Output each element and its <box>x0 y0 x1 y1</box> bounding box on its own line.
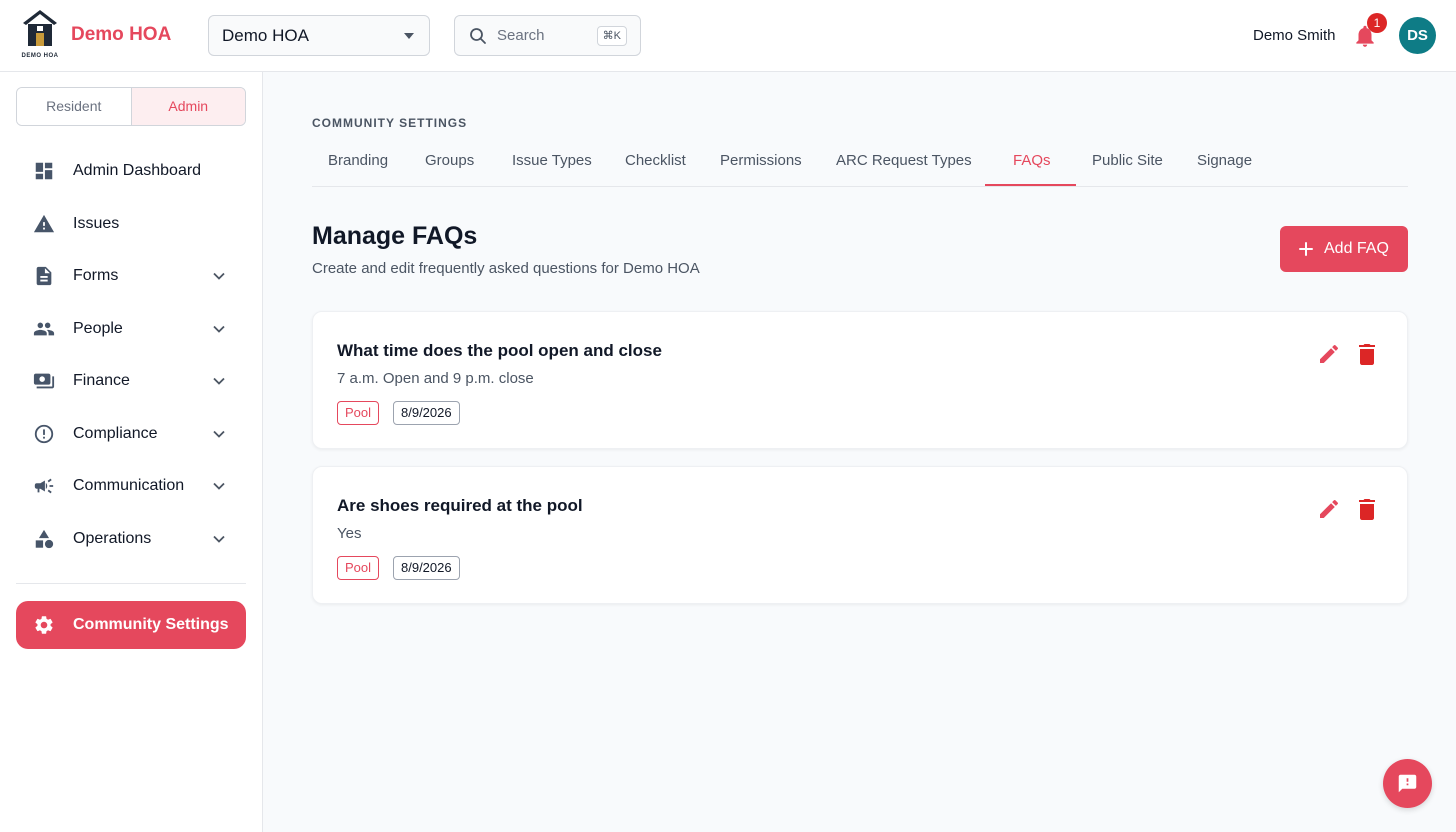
avatar[interactable]: DS <box>1399 17 1436 54</box>
user-name[interactable]: Demo Smith <box>1253 27 1336 44</box>
active-tab-indicator <box>985 184 1076 186</box>
chevron-down-icon <box>213 272 225 280</box>
sidebar-item-label: People <box>73 320 123 337</box>
hoa-selector-value: Demo HOA <box>222 25 309 45</box>
faq-date: 8/9/2026 <box>393 556 460 580</box>
gear-icon <box>35 616 53 634</box>
sidebar-item-forms[interactable]: Forms <box>16 254 246 298</box>
dashboard-icon <box>35 162 53 180</box>
chevron-down-icon <box>213 377 225 385</box>
sidebar-item-label: Communication <box>73 477 185 494</box>
tab-checklist[interactable]: Checklist <box>625 152 686 169</box>
faq-question: Are shoes required at the pool <box>337 496 583 515</box>
faq-tag: Pool <box>337 401 380 425</box>
sidebar: Resident Admin Admin Dashboard Issues Fo… <box>0 72 263 832</box>
chevron-down-icon <box>213 430 225 438</box>
chevron-down-icon <box>213 325 225 333</box>
role-toggle: Resident Admin <box>16 87 246 126</box>
brand-name[interactable]: Demo HOA <box>71 24 171 46</box>
feedback-chat-button[interactable] <box>1383 759 1432 808</box>
tab-faqs[interactable]: FAQs <box>1013 152 1051 169</box>
document-icon <box>36 266 52 286</box>
faq-answer: 7 a.m. Open and 9 p.m. close <box>337 370 534 387</box>
trash-icon[interactable] <box>1356 342 1378 366</box>
add-faq-label: Add FAQ <box>1324 240 1389 257</box>
add-faq-button[interactable]: Add FAQ <box>1280 226 1408 272</box>
section-label: COMMUNITY SETTINGS <box>312 116 468 130</box>
sidebar-item-label: Finance <box>73 372 130 389</box>
caret-down-icon <box>404 33 414 39</box>
faq-card: What time does the pool open and close 7… <box>312 311 1408 449</box>
sidebar-item-community-settings[interactable]: Community Settings <box>16 601 246 649</box>
megaphone-icon <box>34 478 54 494</box>
warning-icon <box>33 214 55 233</box>
search-shortcut: ⌘K <box>596 26 627 46</box>
tab-arc-request-types[interactable]: ARC Request Types <box>836 152 972 169</box>
tab-signage[interactable]: Signage <box>1197 152 1252 169</box>
sidebar-item-finance[interactable]: Finance <box>16 359 246 403</box>
page-title: Manage FAQs <box>312 222 478 250</box>
sidebar-item-label: Community Settings <box>73 616 229 633</box>
top-header: DEMO HOA Demo HOA Demo HOA Search ⌘K Dem… <box>0 0 1456 72</box>
sidebar-item-compliance[interactable]: Compliance <box>16 412 246 456</box>
sidebar-item-communication[interactable]: Communication <box>16 464 246 508</box>
tab-branding[interactable]: Branding <box>328 152 388 169</box>
people-icon <box>33 322 55 336</box>
money-icon <box>33 373 55 389</box>
tab-public-site[interactable]: Public Site <box>1092 152 1163 169</box>
shapes-icon <box>35 529 54 549</box>
role-resident-button[interactable]: Resident <box>17 88 132 125</box>
edit-pencil-icon[interactable] <box>1317 497 1341 521</box>
sidebar-item-people[interactable]: People <box>16 307 246 351</box>
search-icon <box>470 28 486 44</box>
chevron-down-icon <box>213 535 225 543</box>
role-admin-button[interactable]: Admin <box>131 88 245 125</box>
page-subtitle: Create and edit frequently asked questio… <box>312 260 700 277</box>
tab-permissions[interactable]: Permissions <box>720 152 802 169</box>
trash-icon[interactable] <box>1356 497 1378 521</box>
faq-date: 8/9/2026 <box>393 401 460 425</box>
sidebar-item-operations[interactable]: Operations <box>16 517 246 561</box>
tab-issue-types[interactable]: Issue Types <box>512 152 592 169</box>
sidebar-item-label: Operations <box>73 530 152 547</box>
sidebar-item-label: Admin Dashboard <box>73 162 202 179</box>
faq-tag: Pool <box>337 556 380 580</box>
notification-badge: 1 <box>1367 13 1387 33</box>
sidebar-item-label: Issues <box>73 215 120 232</box>
plus-icon <box>1299 242 1313 256</box>
faq-card: Are shoes required at the pool Yes Pool … <box>312 466 1408 604</box>
sidebar-item-label: Compliance <box>73 425 158 442</box>
sidebar-divider <box>16 583 246 584</box>
sidebar-item-label: Forms <box>73 267 119 284</box>
search-input[interactable]: Search ⌘K <box>454 15 641 56</box>
chat-alert-icon <box>1398 774 1417 793</box>
hoa-selector[interactable]: Demo HOA <box>208 15 430 56</box>
tab-groups[interactable]: Groups <box>425 152 474 169</box>
faq-answer: Yes <box>337 525 362 542</box>
faq-question: What time does the pool open and close <box>337 341 662 360</box>
search-placeholder: Search <box>497 27 545 44</box>
chevron-down-icon <box>213 482 225 490</box>
alert-circle-icon <box>34 424 54 444</box>
settings-tabs: Branding Groups Issue Types Checklist Pe… <box>312 140 1408 187</box>
sidebar-item-issues[interactable]: Issues <box>16 202 246 246</box>
logo-caption: DEMO HOA <box>21 53 59 59</box>
edit-pencil-icon[interactable] <box>1317 342 1341 366</box>
sidebar-item-admin-dashboard[interactable]: Admin Dashboard <box>16 149 246 193</box>
